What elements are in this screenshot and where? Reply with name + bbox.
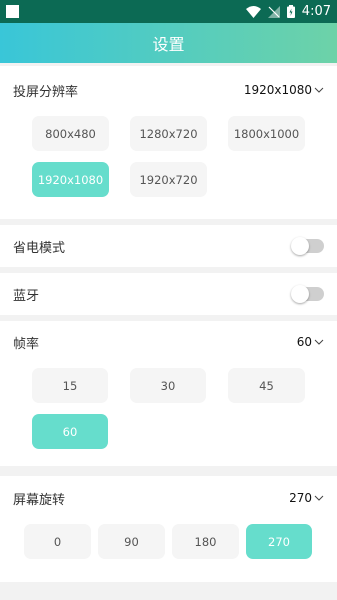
- power-saving-label: 省电模式: [13, 240, 66, 256]
- frame-rate-label: 帧率: [13, 336, 40, 352]
- power-saving-header: 省电模式: [0, 225, 337, 267]
- chevron-down-icon: [314, 495, 324, 501]
- chevron-down-icon: [314, 87, 324, 93]
- status-bar: 4:07: [0, 0, 337, 23]
- power-saving-row: 省电模式: [0, 225, 337, 267]
- resolution-selector[interactable]: 1920x1080: [244, 83, 324, 97]
- bluetooth-row: 蓝牙: [0, 273, 337, 315]
- page-title: 设置: [152, 35, 185, 54]
- rotation-header[interactable]: 屏幕旋转 270: [0, 476, 337, 520]
- resolution-option-1920x1080[interactable]: 1920x1080: [32, 162, 109, 197]
- resolution-option-1920x720[interactable]: 1920x720: [130, 162, 207, 197]
- frame-rate-selector[interactable]: 60: [297, 335, 324, 349]
- power-saving-toggle[interactable]: [291, 237, 324, 255]
- resolution-value: 1920x1080: [243, 83, 312, 97]
- rotation-option-90[interactable]: 90: [98, 524, 165, 559]
- frame-rate-option-30[interactable]: 30: [130, 368, 206, 403]
- rotation-section: 屏幕旋转 270 0 90 180 270: [0, 476, 337, 582]
- bluetooth-toggle[interactable]: [291, 285, 324, 303]
- rotation-selector[interactable]: 270: [289, 491, 324, 505]
- frame-rate-header[interactable]: 帧率 60: [0, 321, 337, 363]
- resolution-option-1280x720[interactable]: 1280x720: [130, 116, 207, 151]
- chevron-down-icon: [314, 339, 324, 345]
- clock: 4:07: [301, 4, 331, 19]
- rotation-option-0[interactable]: 0: [24, 524, 91, 559]
- frame-rate-value: 60: [296, 335, 312, 349]
- resolution-header[interactable]: 投屏分辨率 1920x1080: [0, 66, 337, 114]
- rotation-label: 屏幕旋转: [13, 492, 66, 508]
- bluetooth-header: 蓝牙: [0, 273, 337, 315]
- toggle-knob: [291, 285, 309, 303]
- title-bar: 设置: [0, 23, 337, 63]
- battery-icon: [286, 5, 295, 18]
- bluetooth-label: 蓝牙: [13, 288, 40, 304]
- wifi-icon: [245, 5, 261, 18]
- notification-icon: [6, 5, 19, 18]
- resolution-option-1800x1000[interactable]: 1800x1000: [228, 116, 305, 151]
- rotation-option-270[interactable]: 270: [246, 524, 312, 559]
- frame-rate-section: 帧率 60 15 30 45 60: [0, 321, 337, 466]
- resolution-option-800x480[interactable]: 800x480: [32, 116, 109, 151]
- frame-rate-option-60[interactable]: 60: [32, 414, 108, 449]
- resolution-section: 投屏分辨率 1920x1080 800x480 1280x720 1800x10…: [0, 66, 337, 219]
- rotation-option-180[interactable]: 180: [172, 524, 239, 559]
- no-signal-icon: [267, 5, 280, 18]
- frame-rate-option-45[interactable]: 45: [228, 368, 305, 403]
- frame-rate-option-15[interactable]: 15: [32, 368, 108, 403]
- resolution-label: 投屏分辨率: [13, 84, 79, 100]
- rotation-value: 270: [289, 491, 312, 505]
- toggle-knob: [291, 237, 309, 255]
